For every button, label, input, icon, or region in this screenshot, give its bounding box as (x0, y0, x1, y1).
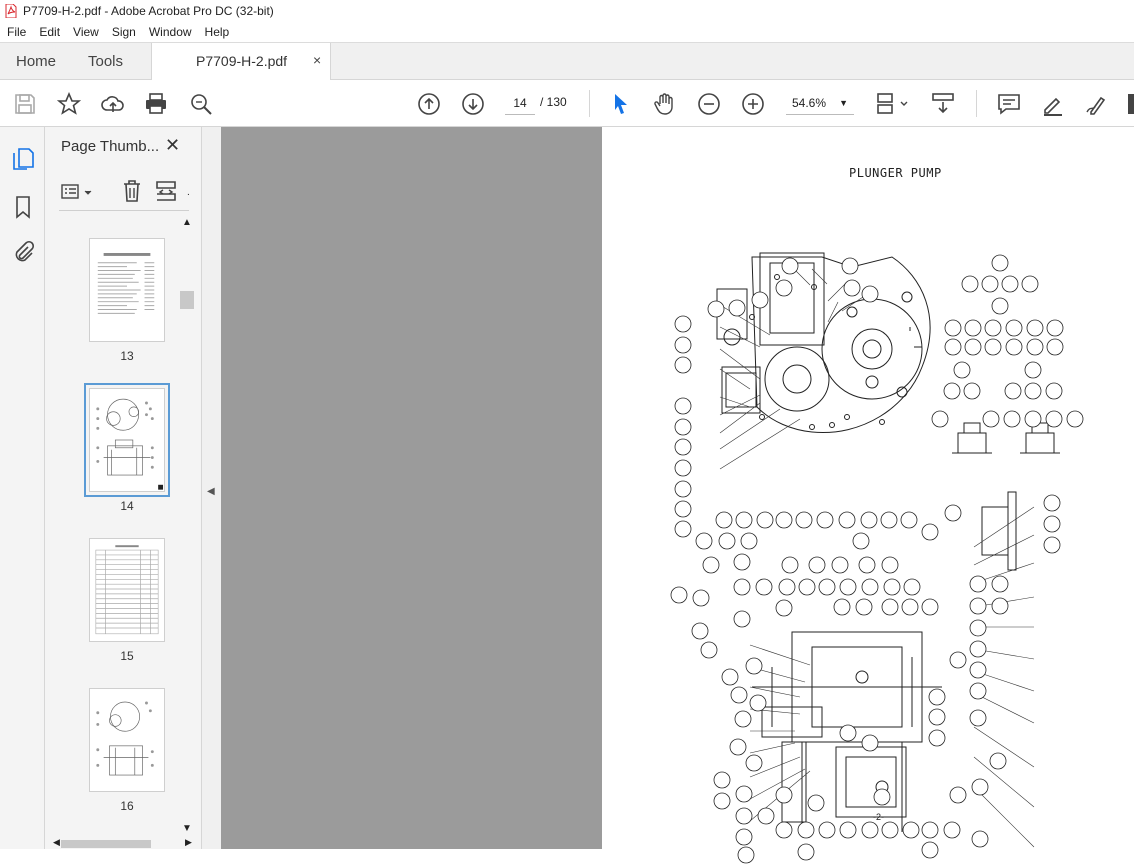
print-icon[interactable] (144, 92, 168, 116)
thumbnail-scrollbar[interactable]: ▲ ▼ (180, 217, 194, 839)
document-view[interactable]: PLUNGER PUMP -2- (221, 127, 1134, 864)
scrollbar-thumb[interactable] (180, 291, 194, 309)
window-title: P7709-H-2.pdf - Adobe Acrobat Pro DC (32… (23, 4, 274, 18)
page-thumbnail[interactable] (89, 538, 165, 642)
draw-icon[interactable] (1085, 92, 1109, 116)
options-menu-icon[interactable] (61, 181, 95, 203)
close-tab-icon[interactable]: × (313, 52, 321, 68)
highlight-pen-icon[interactable] (1041, 92, 1065, 116)
panel-title: Page Thumb... (61, 138, 160, 155)
acrobat-file-icon (5, 4, 17, 18)
star-icon[interactable] (56, 91, 82, 116)
horizontal-scrollbar-thumb[interactable] (61, 840, 151, 848)
toolbar: 14 / 130 54.6% ▼ (0, 80, 1134, 127)
thumbnail-label: 16 (120, 799, 134, 813)
page-thumbnail[interactable] (89, 238, 165, 342)
more-icon[interactable]: . (187, 187, 190, 198)
scroll-left-icon[interactable]: ◀ (53, 837, 60, 848)
page-thumbnail-selected[interactable] (84, 383, 170, 497)
comment-icon[interactable] (997, 92, 1021, 116)
panel-toolbar: . (59, 177, 190, 211)
scroll-right-icon[interactable]: ▶ (185, 837, 192, 848)
page-total: / 130 (540, 95, 567, 109)
navigation-rail (0, 127, 45, 849)
close-panel-icon[interactable]: ✕ (165, 135, 180, 156)
thumbnail-label: 15 (120, 649, 134, 663)
chevron-down-icon: ▼ (839, 98, 848, 108)
scroll-up-icon[interactable]: ▲ (182, 217, 192, 228)
title-bar: P7709-H-2.pdf - Adobe Acrobat Pro DC (32… (0, 0, 1134, 22)
zoom-search-icon[interactable] (189, 92, 213, 116)
menu-view[interactable]: View (66, 25, 105, 39)
document-tab-title: P7709-H-2.pdf (196, 53, 288, 69)
page-footer: -2- (873, 812, 884, 822)
menu-help[interactable]: Help (198, 25, 236, 39)
page-heading: PLUNGER PUMP (849, 166, 942, 180)
pdf-page: PLUNGER PUMP -2- (602, 127, 1134, 864)
page-display-icon[interactable] (876, 92, 910, 116)
thumbnail-label: 13 (120, 349, 134, 363)
scroll-down-icon[interactable]: ▼ (182, 823, 192, 834)
zoom-out-icon[interactable] (697, 92, 721, 116)
menu-edit[interactable]: Edit (32, 25, 66, 39)
menu-bar: File Edit View Sign Window Help (0, 22, 1134, 43)
delete-icon[interactable] (121, 179, 143, 203)
hand-tool-icon[interactable] (653, 92, 677, 116)
previous-page-icon[interactable] (417, 92, 441, 116)
zoom-in-icon[interactable] (741, 92, 765, 116)
toolbar-divider (589, 90, 590, 117)
menu-file[interactable]: File (0, 25, 32, 39)
page-thumbnails-panel: Page Thumb... ✕ . 13 14 15 16 ▲ ▼ ◀ ▶ (45, 127, 202, 849)
attachment-icon[interactable] (11, 240, 35, 264)
bookmark-icon[interactable] (11, 195, 35, 219)
horizontal-scrollbar[interactable]: ◀ ▶ (53, 837, 193, 849)
scroll-mode-icon[interactable] (931, 92, 955, 116)
toolbar-divider (976, 90, 977, 117)
next-page-icon[interactable] (461, 92, 485, 116)
zoom-level-value: 54.6% (792, 96, 827, 110)
tab-tools[interactable]: Tools (88, 43, 123, 80)
thumbnail-label: 14 (120, 499, 134, 513)
tab-document[interactable]: P7709-H-2.pdf × (151, 43, 331, 81)
panel-splitter[interactable]: ◀ (202, 127, 221, 849)
more-tools-icon[interactable] (1124, 92, 1134, 116)
extract-pages-icon[interactable] (155, 179, 177, 203)
select-cursor-icon[interactable] (609, 92, 633, 116)
zoom-level-select[interactable]: 54.6% ▼ (786, 91, 854, 115)
page-thumbnail[interactable] (89, 688, 165, 792)
page-thumbnails-icon[interactable] (11, 147, 35, 171)
upload-cloud-icon[interactable] (101, 92, 125, 116)
menu-window[interactable]: Window (142, 25, 198, 39)
tab-bar: Home Tools P7709-H-2.pdf × (0, 43, 1134, 81)
menu-sign[interactable]: Sign (105, 25, 142, 39)
save-icon[interactable] (13, 92, 37, 116)
page-number-input[interactable]: 14 (505, 91, 535, 115)
collapse-panel-icon[interactable]: ◀ (207, 486, 215, 497)
plunger-pump-drawing (670, 252, 1084, 864)
tab-home[interactable]: Home (16, 43, 56, 80)
